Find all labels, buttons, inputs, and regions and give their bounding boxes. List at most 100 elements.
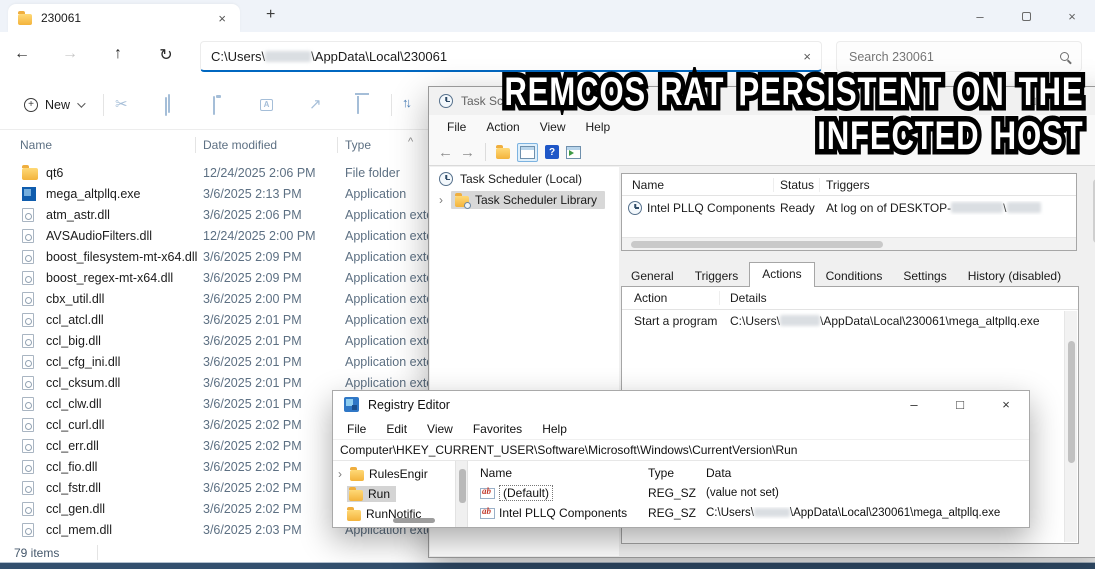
- tab[interactable]: Triggers: [685, 267, 749, 287]
- redacted-username: [754, 508, 790, 517]
- column-header-name[interactable]: Name: [632, 178, 780, 192]
- tree-item-library[interactable]: › Task Scheduler Library: [430, 191, 619, 209]
- horizontal-scrollbar[interactable]: [622, 237, 1076, 250]
- file-name: boost_regex-mt-x64.dll: [46, 271, 203, 285]
- scrollbar-up-icon[interactable]: ^: [408, 136, 413, 148]
- file-icon: [22, 439, 46, 453]
- search-box[interactable]: [836, 41, 1082, 72]
- value-row-default[interactable]: (Default) REG_SZ (value not set): [468, 483, 1029, 503]
- task-scheduler-title-bar[interactable]: Task Scheduler – □ ×: [429, 87, 1095, 115]
- tree-selection: Run: [347, 486, 396, 502]
- up-button[interactable]: ↑: [104, 45, 132, 63]
- delete-button[interactable]: [357, 97, 359, 112]
- value-row-intel-pllq[interactable]: Intel PLLQ Components REG_SZ C:\Users\\A…: [468, 503, 1029, 523]
- file-name: ccl_gen.dll: [46, 502, 203, 516]
- restore-button[interactable]: [1003, 1, 1049, 31]
- tab[interactable]: History (disabled): [958, 267, 1071, 287]
- close-button[interactable]: ×: [983, 392, 1029, 418]
- close-button[interactable]: ×: [1049, 1, 1095, 31]
- scrollbar-thumb[interactable]: [631, 241, 883, 248]
- copy-button[interactable]: [165, 99, 167, 114]
- clock-icon: [439, 172, 453, 186]
- vertical-scrollbar[interactable]: [455, 461, 468, 527]
- sort-button[interactable]: ↑↓: [402, 96, 409, 109]
- menu-item[interactable]: Favorites: [463, 420, 532, 438]
- file-type-icon: [22, 208, 34, 222]
- registry-window-controls: – □ ×: [891, 392, 1029, 418]
- menu-item[interactable]: View: [417, 420, 463, 438]
- forward-icon[interactable]: →: [460, 144, 475, 161]
- help-icon[interactable]: ?: [545, 145, 559, 159]
- tree-item-local[interactable]: Task Scheduler (Local): [430, 167, 619, 189]
- registry-body: › RulesEngir Run RunNotific: [333, 461, 1029, 527]
- forward-button[interactable]: →: [56, 45, 84, 63]
- address-bar[interactable]: C:\Users\\AppData\Local\230061 ×: [200, 41, 822, 72]
- action-pane-icon[interactable]: [566, 146, 581, 159]
- column-header-type[interactable]: Type: [648, 466, 706, 480]
- minimize-button[interactable]: –: [891, 392, 937, 418]
- scrollbar-thumb[interactable]: [1068, 341, 1075, 463]
- redacted-username: [780, 315, 820, 326]
- menu-item[interactable]: Help: [576, 117, 621, 137]
- tab[interactable]: Conditions: [816, 267, 893, 287]
- registry-title-bar[interactable]: Registry Editor – □ ×: [333, 391, 1029, 418]
- column-header-date[interactable]: Date modified: [203, 138, 277, 152]
- restore-icon: [1022, 12, 1031, 21]
- paste-button[interactable]: [213, 98, 215, 113]
- menu-item[interactable]: View: [530, 117, 576, 137]
- scrollbar-thumb[interactable]: [393, 518, 435, 523]
- scrollbar-thumb[interactable]: [459, 469, 466, 503]
- tab-close-icon[interactable]: ×: [214, 11, 230, 26]
- column-header-data[interactable]: Data: [706, 466, 1029, 480]
- address-clear-icon[interactable]: ×: [803, 49, 811, 64]
- task-scheduler-toolbar: ← → ?: [429, 139, 1095, 166]
- search-input[interactable]: [849, 50, 1060, 64]
- share-button[interactable]: ↗: [309, 97, 322, 112]
- new-tab-button[interactable]: +: [260, 6, 281, 24]
- file-type-icon: [22, 439, 34, 453]
- maximize-button[interactable]: □: [937, 392, 983, 418]
- tab[interactable]: Actions: [749, 262, 814, 287]
- maximize-button[interactable]: □: [1029, 94, 1036, 108]
- minimize-button[interactable]: –: [996, 94, 1003, 108]
- new-button[interactable]: + New: [14, 91, 93, 119]
- menu-item[interactable]: File: [437, 117, 476, 137]
- expand-chevron-icon[interactable]: ›: [338, 467, 345, 481]
- file-icon: [22, 523, 46, 537]
- menu-item[interactable]: Help: [532, 420, 577, 438]
- file-icon: [22, 481, 46, 495]
- action-row[interactable]: Start a program C:\Users\\AppData\Local\…: [622, 310, 1078, 332]
- close-button[interactable]: ×: [1062, 94, 1069, 108]
- divider: [103, 94, 104, 116]
- registry-address-bar[interactable]: Computer\HKEY_CURRENT_USER\Software\Micr…: [333, 440, 1029, 461]
- explorer-active-tab[interactable]: 230061 ×: [8, 4, 240, 32]
- refresh-button[interactable]: ↻: [152, 45, 180, 65]
- tree-item-rulesengine[interactable]: › RulesEngir: [333, 464, 455, 484]
- tab[interactable]: General: [621, 267, 684, 287]
- column-header-name[interactable]: Name: [20, 138, 52, 152]
- column-header-status[interactable]: Status: [773, 178, 819, 192]
- task-list-header: Name Status Triggers: [622, 174, 1076, 196]
- menu-item[interactable]: File: [337, 420, 376, 438]
- back-icon[interactable]: ←: [438, 144, 453, 161]
- vertical-scrollbar[interactable]: [1064, 311, 1077, 542]
- menu-item[interactable]: Edit: [376, 420, 417, 438]
- minimize-button[interactable]: –: [957, 1, 1003, 31]
- column-header-details[interactable]: Details: [720, 291, 1078, 305]
- column-header-triggers[interactable]: Triggers: [819, 178, 1076, 192]
- rename-button[interactable]: A: [260, 99, 273, 111]
- tab[interactable]: Settings: [893, 267, 956, 287]
- menu-item[interactable]: Action: [476, 117, 529, 137]
- horizontal-scrollbar[interactable]: [335, 515, 445, 525]
- cut-button[interactable]: ✂: [115, 97, 128, 112]
- task-row[interactable]: Intel PLLQ Components Ready At log on of…: [622, 196, 1076, 219]
- file-type: Application exte: [345, 250, 433, 264]
- tree-item-run[interactable]: Run: [333, 484, 455, 504]
- column-header-action[interactable]: Action: [634, 291, 720, 305]
- column-header-type[interactable]: Type: [345, 138, 371, 152]
- back-button[interactable]: ←: [8, 45, 36, 63]
- column-header-name[interactable]: Name: [480, 466, 648, 480]
- console-tree-toggle[interactable]: [517, 143, 538, 162]
- import-task-icon[interactable]: [496, 148, 510, 159]
- expand-chevron-icon[interactable]: ›: [439, 193, 447, 207]
